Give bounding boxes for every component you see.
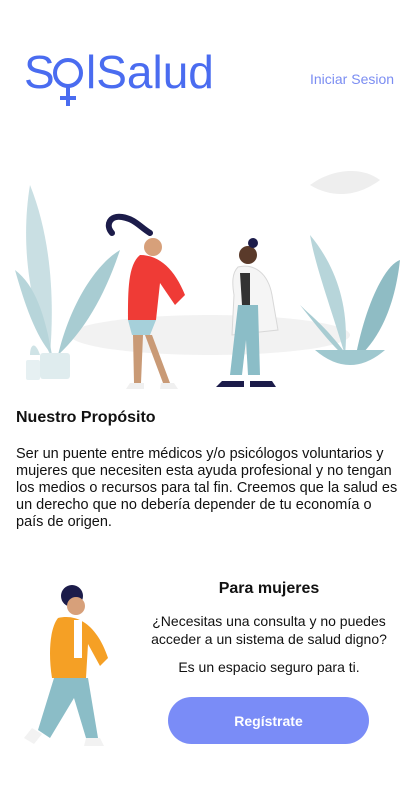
woman-illustration [24, 585, 108, 746]
register-button[interactable]: Regístrate [168, 697, 369, 744]
login-link[interactable]: Iniciar Sesion [310, 71, 394, 87]
purpose-text: Ser un puente entre médicos y/o psicólog… [16, 446, 398, 530]
purpose-title: Nuestro Propósito [16, 409, 156, 426]
svg-text:lSalud: lSalud [86, 46, 214, 98]
header: S lSalud Iniciar Sesion [0, 0, 414, 130]
svg-text:S: S [24, 46, 55, 98]
women-question: ¿Necesitas una consulta y no puedes acce… [151, 613, 387, 647]
women-title: Para mujeres [218, 580, 320, 597]
solsalud-logo[interactable]: S lSalud [24, 46, 214, 110]
women-safe-space: Es un espacio seguro para ti. [178, 659, 360, 675]
hero-illustration [15, 170, 400, 389]
women-section: Para mujeres ¿Necesitas una consulta y n… [138, 580, 400, 676]
